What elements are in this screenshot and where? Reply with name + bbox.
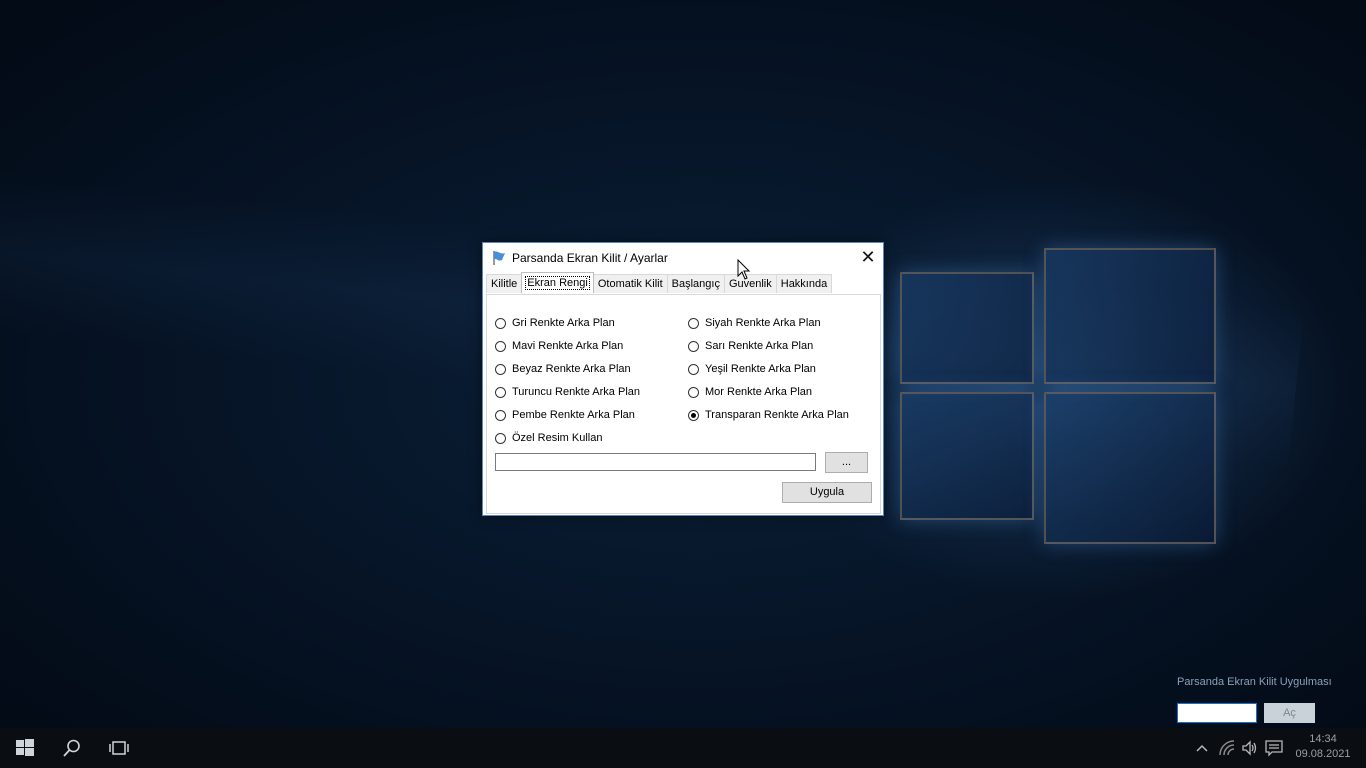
windows-start-icon[interactable] — [15, 738, 35, 758]
radio-label: Siyah Renkte Arka Plan — [705, 317, 821, 329]
radio-button-icon — [495, 317, 506, 329]
tab-otomatik-kilit[interactable]: Otomatik Kilit — [592, 274, 668, 293]
tab-label: Otomatik Kilit — [597, 278, 663, 290]
tab-ekran-rengi[interactable]: Ekran Rengi — [521, 272, 594, 293]
tab-hakkinda[interactable]: Hakkında — [775, 274, 833, 293]
radio-transparan[interactable]: Transparan Renkte Arka Plan — [688, 407, 849, 423]
lock-open-button[interactable]: Aç — [1264, 703, 1315, 723]
task-view-icon[interactable] — [109, 738, 129, 758]
radio-beyaz[interactable]: Beyaz Renkte Arka Plan — [495, 361, 631, 377]
radio-turuncu[interactable]: Turuncu Renkte Arka Plan — [495, 384, 640, 400]
radio-button-icon — [688, 340, 699, 352]
radio-gri[interactable]: Gri Renkte Arka Plan — [495, 315, 615, 331]
radio-label: Pembe Renkte Arka Plan — [512, 409, 635, 421]
radio-ozel-resim[interactable]: Özel Resim Kullan — [495, 430, 602, 446]
radio-button-icon — [688, 386, 699, 398]
logo-pane — [1044, 248, 1216, 384]
radio-label: Mor Renkte Arka Plan — [705, 386, 812, 398]
ekran-rengi-panel: Gri Renkte Arka Plan Mavi Renkte Arka Pl… — [486, 294, 881, 514]
tab-kilitle[interactable]: Kilitle — [486, 274, 523, 293]
clock-date: 09.08.2021 — [1295, 748, 1351, 760]
clock-time: 14:34 — [1309, 733, 1337, 745]
radio-button-icon — [495, 363, 506, 375]
lock-password-input[interactable] — [1177, 703, 1257, 723]
radio-label: Beyaz Renkte Arka Plan — [512, 363, 631, 375]
volume-icon[interactable] — [1241, 739, 1259, 757]
radio-button-checked-icon — [688, 409, 699, 421]
network-icon[interactable] — [1218, 739, 1236, 757]
radio-button-icon — [495, 340, 506, 352]
taskbar-clock[interactable]: 14:34 09.08.2021 — [1295, 732, 1351, 762]
radio-label: Turuncu Renkte Arka Plan — [512, 386, 640, 398]
radio-siyah[interactable]: Siyah Renkte Arka Plan — [688, 315, 821, 331]
radio-button-icon — [495, 432, 506, 444]
dialog-title: Parsanda Ekran Kilit / Ayarlar — [512, 251, 668, 265]
windows-logo-wallpaper — [900, 228, 1220, 558]
radio-label: Özel Resim Kullan — [512, 432, 603, 444]
chevron-up-icon[interactable] — [1195, 739, 1209, 757]
search-icon[interactable] — [62, 738, 82, 758]
taskbar: 14:34 09.08.2021 — [0, 728, 1366, 768]
image-path-input[interactable] — [495, 453, 816, 471]
radio-label: Gri Renkte Arka Plan — [512, 317, 615, 329]
radio-button-icon — [495, 386, 506, 398]
radio-mavi[interactable]: Mavi Renkte Arka Plan — [495, 338, 623, 354]
tab-bar: Kilitle Ekran Rengi Otomatik Kilit Başla… — [486, 272, 833, 294]
logo-pane — [900, 392, 1034, 520]
close-icon: ✕ — [860, 247, 876, 267]
apply-button[interactable]: Uygula — [782, 482, 872, 503]
radio-button-icon — [495, 409, 506, 421]
close-button[interactable]: ✕ — [853, 243, 883, 273]
logo-pane — [1044, 392, 1216, 544]
lock-widget-label: Parsanda Ekran Kilit Uygulması — [1177, 676, 1332, 688]
radio-button-icon — [688, 363, 699, 375]
tab-label: Başlangıç — [671, 278, 720, 290]
settings-dialog: Parsanda Ekran Kilit / Ayarlar ✕ Kilitle… — [482, 242, 884, 516]
tab-label: Ekran Rengi — [525, 276, 590, 290]
tab-baslangic[interactable]: Başlangıç — [666, 274, 725, 293]
dialog-titlebar[interactable]: Parsanda Ekran Kilit / Ayarlar ✕ — [483, 243, 883, 273]
radio-sari[interactable]: Sarı Renkte Arka Plan — [688, 338, 813, 354]
notification-icon[interactable] — [1265, 739, 1283, 757]
tab-label: Kilitle — [491, 278, 518, 290]
radio-button-icon — [688, 317, 699, 329]
logo-pane — [900, 272, 1034, 384]
radio-label: Mavi Renkte Arka Plan — [512, 340, 624, 352]
app-flag-icon — [493, 251, 505, 265]
radio-label: Yeşil Renkte Arka Plan — [705, 363, 816, 375]
radio-pembe[interactable]: Pembe Renkte Arka Plan — [495, 407, 635, 423]
tab-label: Hakkında — [780, 278, 828, 290]
radio-label: Sarı Renkte Arka Plan — [705, 340, 814, 352]
browse-button[interactable]: ... — [825, 452, 868, 473]
radio-mor[interactable]: Mor Renkte Arka Plan — [688, 384, 812, 400]
mouse-cursor-icon — [737, 259, 751, 280]
radio-label: Transparan Renkte Arka Plan — [705, 409, 849, 421]
radio-yesil[interactable]: Yeşil Renkte Arka Plan — [688, 361, 816, 377]
